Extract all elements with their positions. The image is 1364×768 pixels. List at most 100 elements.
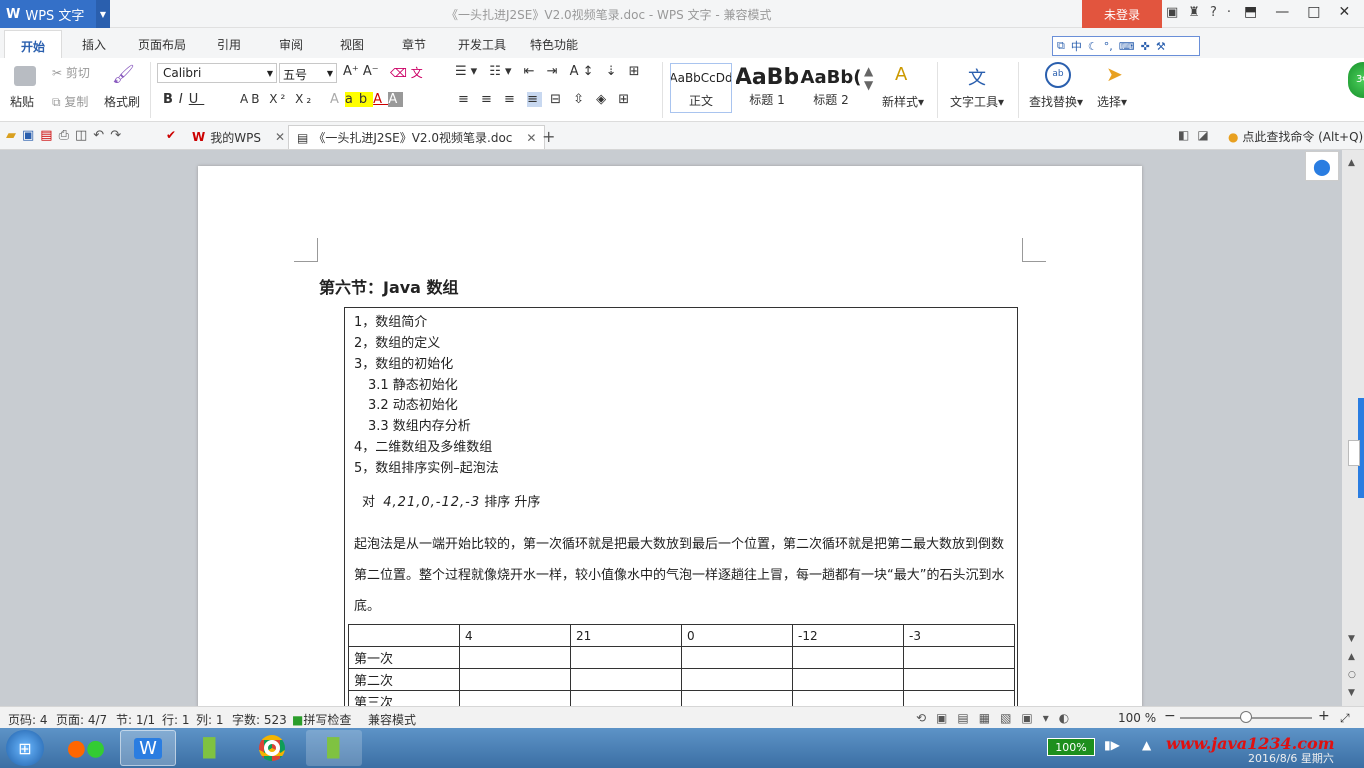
paste-icon[interactable] (14, 66, 36, 86)
list-group[interactable]: ☰▾ ☷▾ ⇤ ⇥ A↕ ⇣ ⊞ (455, 64, 644, 79)
ime-mode[interactable]: 中 (1071, 38, 1082, 54)
tab-chapter[interactable]: 章节 (402, 36, 426, 53)
moon-icon[interactable]: ☾ (1088, 40, 1098, 53)
tab-home[interactable]: 开始 (4, 30, 63, 58)
vertical-scrollbar[interactable]: ▲ ▼ ▲ ○ ▼ (1342, 150, 1364, 706)
undo-icon: ↶ (93, 128, 111, 143)
pin-icon[interactable]: ✔ (166, 128, 176, 142)
cut-button[interactable]: ✂ 剪切 (52, 64, 90, 81)
start-button[interactable]: ⊞ (6, 730, 44, 766)
view-mode-icons[interactable]: ⟲▣▤▦▧▣▾◐ (916, 711, 1079, 725)
wps-logo-icon: W (6, 6, 21, 22)
style-normal[interactable]: AaBbCcDd 正文 (670, 63, 732, 113)
style-heading-1[interactable]: AaBb 标题 1 (736, 63, 798, 113)
redo-icon: ↷ (110, 128, 128, 143)
zoom-slider-handle[interactable] (1240, 711, 1252, 723)
style-scroll-icon[interactable]: ▲ ▼ (864, 64, 873, 92)
toc-item: 3，数组的初始化 (354, 357, 454, 372)
table-cell: 第二次 (348, 668, 460, 691)
check-icon: ■ (292, 713, 304, 727)
strike-super-sub-group[interactable]: AB X² X₂ (240, 92, 314, 106)
chrome-icon[interactable] (244, 730, 300, 766)
tab-review[interactable]: 审阅 (279, 36, 303, 53)
scroll-thumb[interactable] (1348, 440, 1360, 466)
tab-page-layout[interactable]: 页面布局 (138, 36, 186, 53)
close-tab-icon[interactable]: ✕ (275, 130, 285, 144)
spell-check-toggle[interactable]: ■拼写检查 (292, 711, 351, 728)
tab-view[interactable]: 视图 (340, 36, 364, 53)
power-icon[interactable]: ▮▶ (1104, 738, 1120, 752)
taskbar: ⊞ ● ● W ▉ ▉ 100% ▮▶ ▲ www.java1234.com 20… (0, 728, 1364, 768)
align-group[interactable]: ≡ ≡ ≡ ≡ ⊟ ⇳ ◈ ⊞ (458, 92, 633, 107)
toc-item: 4，二维数组及多维数组 (354, 440, 493, 455)
wps-writer-taskbar-icon[interactable]: W (120, 730, 176, 766)
close-tab-icon[interactable]: ✕ (526, 131, 536, 145)
fullscreen-icon[interactable]: ⤢ (1340, 711, 1350, 726)
maximize-icon[interactable]: □ (1307, 4, 1320, 20)
font-size-select[interactable]: 五号 ▼ (279, 63, 337, 83)
clock-date[interactable]: 2016/8/6 星期六 (1248, 750, 1334, 766)
zoom-level[interactable]: 100 % (1118, 711, 1156, 725)
font-family-select[interactable]: Calibri ▼ (157, 63, 277, 83)
tab-special[interactable]: 特色功能 (530, 36, 578, 53)
text-format-group[interactable]: BIU (163, 92, 204, 107)
app-menu-button[interactable]: W WPS 文字 ▼ (0, 0, 110, 28)
tab-references[interactable]: 引用 (217, 36, 241, 53)
new-style-button[interactable]: 新样式▾ (882, 93, 924, 110)
find-replace-icon[interactable]: ab (1045, 62, 1071, 88)
close-icon[interactable]: ✕ (1338, 4, 1350, 20)
zoom-in-icon[interactable]: + (1318, 708, 1330, 724)
punct-icon[interactable]: °, (1104, 40, 1113, 53)
shirt-icon[interactable]: ♜ (1188, 5, 1200, 20)
login-button[interactable]: 未登录 (1082, 0, 1162, 28)
paste-button[interactable]: 粘贴 (10, 93, 34, 110)
camtasia-icon[interactable]: ▉ (182, 730, 238, 766)
toc-item: 3.1 静态初始化 (368, 378, 458, 393)
sort-table[interactable]: 4 21 0 -12 -3 第一次 第二次 第三次 (348, 624, 1015, 706)
format-painter-button[interactable]: 格式刷 (104, 93, 140, 110)
color-group[interactable]: AabAA (330, 92, 404, 107)
camtasia-recorder-icon[interactable]: ▉ (306, 730, 362, 766)
settings-icon[interactable]: ✜ (1141, 40, 1150, 53)
document-page[interactable]: 第六节：Java 数组 1，数组简介 2，数组的定义 3，数组的初始化 3.1 … (198, 166, 1142, 706)
minimize-icon[interactable]: — (1275, 4, 1289, 20)
ime-toolbar[interactable]: ⧉ 中 ☾ °, ⌨ ✜ ⚒ (1052, 36, 1200, 56)
chevron-down-icon[interactable]: ▼ (96, 0, 110, 28)
help-icon[interactable]: ? (1210, 5, 1217, 20)
colorful-app-icon[interactable]: ● ● (58, 730, 114, 766)
keyboard-icon[interactable]: ⌨ (1119, 40, 1135, 53)
style-heading-2[interactable]: AaBb(标题 2 (800, 63, 862, 113)
new-style-icon[interactable]: A (895, 64, 917, 85)
skin-icon[interactable]: ▣ (1166, 5, 1178, 20)
copy-button[interactable]: ⧉ 复制 (52, 93, 88, 110)
tab-document[interactable]: ▤ 《一头扎进J2SE》V2.0视频笔录.doc ✕ (288, 125, 546, 149)
battery-indicator[interactable]: 100% (1047, 738, 1095, 756)
table-cell: 第一次 (348, 646, 460, 669)
status-section: 节: 1/1 (116, 713, 156, 727)
tab-my-wps[interactable]: W 我的WPS ✕ (184, 125, 293, 149)
location-icon[interactable]: ⬤ (1305, 151, 1339, 181)
text-tools-icon[interactable]: 文 (968, 64, 990, 89)
status-word-count[interactable]: 字数: 523 (232, 711, 287, 728)
find-replace-button[interactable]: 查找替换▾ (1029, 93, 1083, 110)
brush-icon[interactable]: 🖌 (112, 64, 135, 85)
tab-insert[interactable]: 插入 (82, 36, 106, 53)
cursor-icon[interactable]: ➤ (1106, 62, 1128, 86)
restore-icon[interactable]: ⬒ (1244, 4, 1257, 20)
select-button[interactable]: 选择▾ (1097, 93, 1127, 110)
tab-developer[interactable]: 开发工具 (458, 36, 506, 53)
command-search[interactable]: ● 点此查找命令 (Alt+Q) (1228, 128, 1363, 145)
clear-format-icon[interactable]: ⌫ 文 (390, 64, 423, 81)
grow-font-icon[interactable]: A⁺ A⁻ (343, 64, 379, 79)
share-icons[interactable]: ◧◪ (1178, 128, 1217, 142)
zoom-out-icon[interactable]: − (1164, 708, 1176, 724)
new-tab-icon[interactable]: + (542, 127, 555, 146)
text-tools-button[interactable]: 文字工具▾ (950, 93, 1004, 110)
wrench-icon[interactable]: ⚒ (1156, 40, 1166, 53)
doc-icon: ▤ (297, 130, 309, 145)
toc-item: 1，数组简介 (354, 315, 428, 330)
scissors-icon: ✂ (52, 66, 66, 80)
more-icon[interactable]: · (1227, 5, 1231, 20)
tray-arrow-icon[interactable]: ▲ (1142, 738, 1151, 752)
quick-access-icons[interactable]: ▰▣▤⎙◫↶↷ (6, 128, 127, 143)
